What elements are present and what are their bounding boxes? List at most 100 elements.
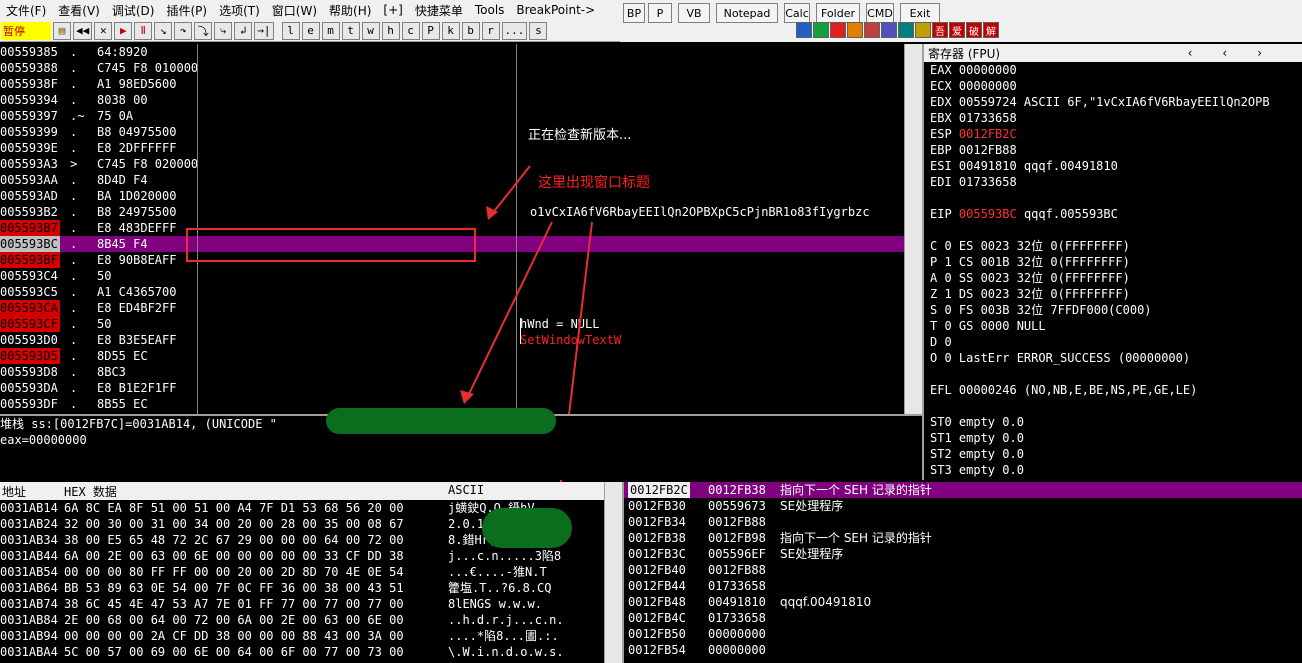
dump-address: 0031AB34 — [0, 533, 58, 547]
stack-value: 00000000 — [708, 627, 766, 641]
stack-address: 0012FB50 — [628, 627, 686, 641]
dump-row[interactable]: 0031AB74 38 6C 45 4E 47 53 A7 7E 01 FF 77… — [0, 596, 604, 612]
dump-scrollbar[interactable] — [604, 482, 622, 663]
info-line2: eax=00000000 — [0, 433, 87, 447]
dump-hex: 2E 00 68 00 64 00 72 00 6A 00 2E 00 63 0… — [64, 613, 404, 627]
register-row: EIP 005593BC qqqf.005593BC — [924, 206, 1302, 222]
stack-address: 0012FB30 — [628, 499, 686, 513]
stack-row[interactable]: 0012FB48 00491810 qqqf.00491810 — [624, 594, 1302, 610]
dump-row[interactable]: 0031AB54 00 00 00 80 FF FF 00 00 20 00 2D… — [0, 564, 604, 580]
stack-row[interactable]: 0012FB50 00000000 — [624, 626, 1302, 642]
dump-address: 0031AB94 — [0, 629, 58, 643]
register-row: Z 1 DS 0023 32位 0(FFFFFFFF) — [930, 287, 1130, 301]
register-row: ST4 empty 0.0 — [924, 478, 1302, 480]
dump-hex: 6A 00 2E 00 63 00 6E 00 00 00 00 00 33 C… — [64, 549, 404, 563]
register-row: ST0 empty 0.0 — [930, 415, 1024, 429]
stack-comment: SE处理程序 — [780, 499, 844, 513]
register-row: ST2 empty 0.0 — [930, 447, 1024, 461]
register-row — [924, 398, 1302, 414]
dump-address: 0031AB84 — [0, 613, 58, 627]
dump-ascii: j...c.n.....3陷8 — [448, 549, 562, 563]
register-value: 005593BC — [958, 207, 1017, 221]
dump-hex: 32 00 30 00 31 00 34 00 20 00 28 00 35 0… — [64, 517, 404, 531]
dump-hex: 5C 00 57 00 69 00 6E 00 64 00 6F 00 77 0… — [64, 645, 404, 659]
stack-comment: SE处理程序 — [780, 547, 844, 561]
dump-hex: BB 53 89 63 0E 54 00 7F 0C FF 36 00 38 0… — [64, 581, 404, 595]
dump-address: 0031AB14 — [0, 501, 58, 515]
register-row: EBP 0012FB88 — [930, 143, 1017, 157]
stack-comment: qqqf.00491810 — [780, 595, 872, 609]
register-name: ESP — [930, 127, 952, 141]
dump-row[interactable]: 0031ABA4 5C 00 57 00 69 00 6E 00 64 00 6F… — [0, 644, 604, 660]
dump-address: 0031ABA4 — [0, 645, 58, 659]
stack-value: 0012FB88 — [708, 515, 766, 529]
register-row: EBX 01733658 — [930, 111, 1017, 125]
registers-title: 寄存器 (FPU) — [928, 46, 1001, 61]
stack-address: 0012FB38 — [628, 531, 686, 545]
register-row: ECX 00000000 — [930, 79, 1017, 93]
stack-value: 00559673 — [708, 499, 766, 513]
dump-address: 0031AB64 — [0, 581, 58, 595]
stack-value: 0012FB98 — [708, 531, 766, 545]
dump-header: 地址 HEX 数据 ASCII — [0, 482, 620, 500]
stack-row[interactable]: 0012FB2C 0012FB38 指向下一个 SEH 记录的指针 — [624, 482, 1302, 498]
arrow-1 — [491, 165, 531, 215]
redaction-mark — [326, 408, 556, 434]
stack-value: 00000000 — [708, 643, 766, 657]
stack-value: 0012FB88 — [708, 563, 766, 577]
stack-value: 00491810 — [708, 595, 766, 609]
stack-value: 01733658 — [708, 579, 766, 593]
dump-ascii: 籗塩.T..?6.8.CQ — [448, 581, 552, 595]
register-comment: qqqf.005593BC — [1016, 207, 1118, 221]
stack-address: 0012FB3C — [628, 547, 686, 561]
stack-pane[interactable]: 0012FB2C 0012FB38 指向下一个 SEH 记录的指针 0012FB30 0… — [622, 482, 1302, 663]
dump-ascii: ....*陷8...圕.:. — [448, 629, 559, 643]
dump-row[interactable]: 0031AB84 2E 00 68 00 64 00 72 00 6A 00 2E… — [0, 612, 604, 628]
stack-row[interactable]: 0012FB40 0012FB88 — [624, 562, 1302, 578]
register-row: ESI 00491810 qqqf.00491810 — [930, 159, 1118, 173]
register-row: O 0 LastErr ERROR_SUCCESS (00000000) — [930, 351, 1191, 365]
redaction-mark — [482, 508, 572, 548]
register-row: EDI 01733658 — [930, 175, 1017, 189]
stack-row[interactable]: 0012FB54 00000000 — [624, 642, 1302, 658]
register-value: 0012FB2C — [958, 127, 1017, 141]
stack-row[interactable]: 0012FB3C 005596EF SE处理程序 — [624, 546, 1302, 562]
registers-header[interactable]: 寄存器 (FPU) ‹‹› — [924, 44, 1302, 62]
register-row: ESP 0012FB2C — [924, 126, 1302, 142]
register-row: S 0 FS 003B 32位 7FFDF000(C000) — [930, 303, 1152, 317]
register-row: P 1 CS 001B 32位 0(FFFFFFFF) — [930, 255, 1130, 269]
stack-row[interactable]: 0012FB34 0012FB88 — [624, 514, 1302, 530]
registers-pane[interactable]: 寄存器 (FPU) ‹‹› EAX 00000000 ECX 00000000 ED… — [922, 44, 1302, 480]
dump-hex: 38 00 E5 65 48 72 2C 67 29 00 00 00 64 0… — [64, 533, 404, 547]
register-row: ST1 empty 0.0 — [930, 431, 1024, 445]
stack-row[interactable]: 0012FB4C 01733658 — [624, 610, 1302, 626]
stack-address: 0012FB44 — [628, 579, 686, 593]
arrow-2 — [467, 221, 553, 397]
dump-hex: 00 00 00 00 2A CF DD 38 00 00 00 88 43 0… — [64, 629, 404, 643]
dump-ascii: ...€....-猚N.T — [448, 565, 547, 579]
register-row: EAX 00000000 — [930, 63, 1017, 77]
stack-address: 0012FB4C — [628, 611, 686, 625]
dump-ascii: \.W.i.n.d.o.w.s. — [448, 645, 564, 659]
dump-row[interactable]: 0031AB94 00 00 00 00 2A CF DD 38 00 00 00… — [0, 628, 604, 644]
stack-address: 0012FB40 — [628, 563, 686, 577]
stack-row[interactable]: 0012FB44 01733658 — [624, 578, 1302, 594]
dump-hex: 6A 8C EA 8F 51 00 51 00 A4 7F D1 53 68 5… — [64, 501, 404, 515]
dump-row[interactable]: 0031AB44 6A 00 2E 00 63 00 6E 00 00 00 00… — [0, 548, 604, 564]
stack-address: 0012FB48 — [628, 595, 686, 609]
dump-address: 0031AB54 — [0, 565, 58, 579]
dump-header-addr: 地址 — [2, 485, 27, 499]
dump-header-ascii: ASCII — [448, 483, 485, 497]
register-row: D 0 — [930, 335, 952, 349]
stack-address: 0012FB2C — [628, 482, 690, 498]
register-nav-icons[interactable]: ‹‹› — [1188, 46, 1302, 60]
arrow-2-head — [460, 390, 474, 404]
dump-address: 0031AB24 — [0, 517, 58, 531]
dump-ascii: 8lENGS w.w.w. — [448, 597, 542, 611]
register-row: EDX 00559724 ASCII 6F,"1vCxIA6fV6RbayEEI… — [930, 95, 1270, 109]
dump-ascii: ..h.d.r.j...c.n. — [448, 613, 564, 627]
stack-row[interactable]: 0012FB30 00559673 SE处理程序 — [624, 498, 1302, 514]
dump-address: 0031AB44 — [0, 549, 58, 563]
stack-row[interactable]: 0012FB38 0012FB98 指向下一个 SEH 记录的指针 — [624, 530, 1302, 546]
dump-row[interactable]: 0031AB64 BB 53 89 63 0E 54 00 7F 0C FF 36… — [0, 580, 604, 596]
